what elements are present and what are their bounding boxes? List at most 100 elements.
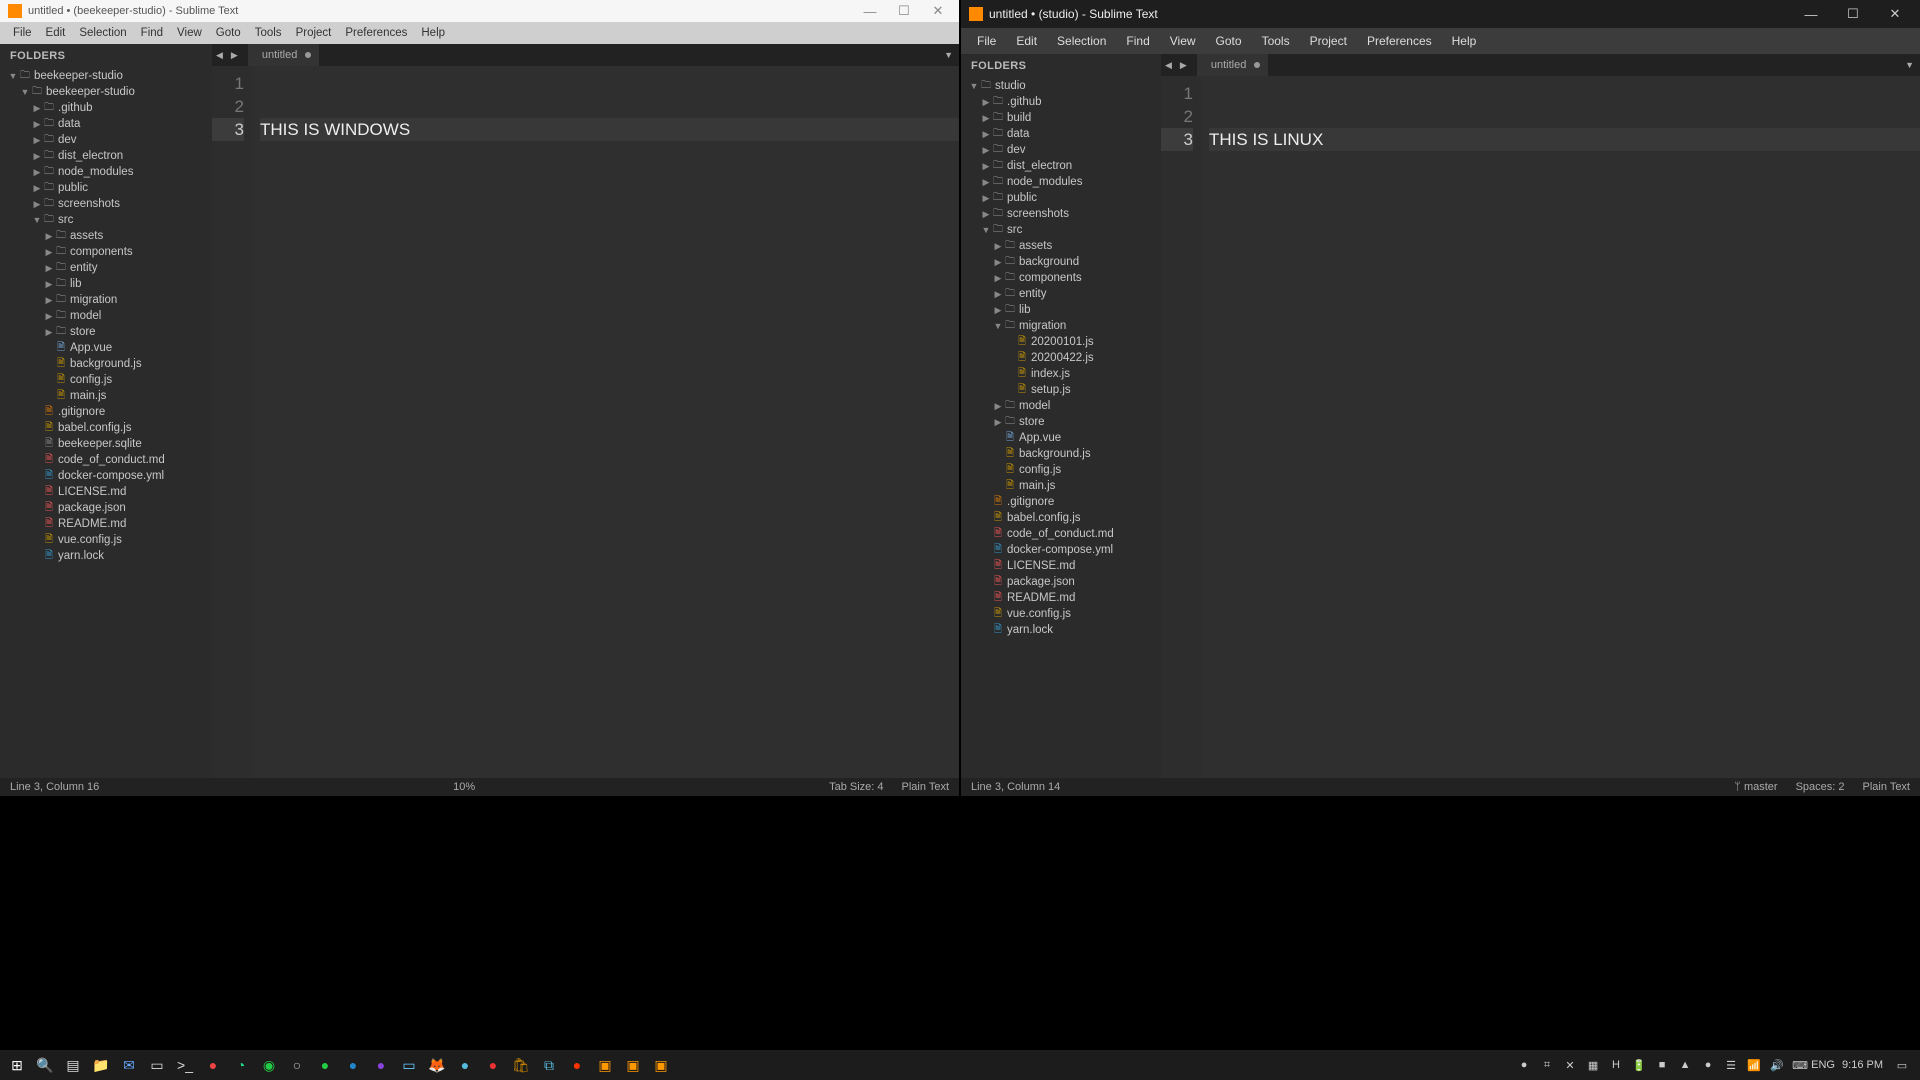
- code-area[interactable]: THIS IS WINDOWS: [252, 66, 959, 778]
- tray-icon[interactable]: ■: [1654, 1057, 1670, 1073]
- folder-item[interactable]: ▶🗀public: [961, 190, 1161, 206]
- tray-icon[interactable]: 🔋: [1631, 1057, 1647, 1073]
- file-tree[interactable]: ▼🗀beekeeper-studio▼🗀beekeeper-studio▶🗀.g…: [0, 68, 212, 778]
- file-item[interactable]: 🗎background.js: [961, 446, 1161, 462]
- tray-icon[interactable]: 📶: [1746, 1057, 1762, 1073]
- file-item[interactable]: 🗎20200422.js: [961, 350, 1161, 366]
- taskbar-app-icon[interactable]: ▣: [620, 1052, 646, 1078]
- folder-item[interactable]: ▶🗀screenshots: [0, 196, 212, 212]
- menu-help[interactable]: Help: [1442, 34, 1487, 48]
- folder-item[interactable]: ▶🗀store: [961, 414, 1161, 430]
- menu-tools[interactable]: Tools: [1252, 34, 1300, 48]
- file-item[interactable]: 🗎package.json: [0, 500, 212, 516]
- code-line[interactable]: THIS IS WINDOWS: [260, 118, 959, 141]
- taskbar-app-icon[interactable]: ●: [340, 1052, 366, 1078]
- taskbar-app-icon[interactable]: ●: [312, 1052, 338, 1078]
- folder-item[interactable]: ▶🗀entity: [0, 260, 212, 276]
- file-item[interactable]: 🗎setup.js: [961, 382, 1161, 398]
- status-syntax[interactable]: Plain Text: [902, 781, 950, 793]
- tab-next-icon[interactable]: ▶: [1176, 60, 1191, 71]
- folder-item[interactable]: ▼🗀migration: [961, 318, 1161, 334]
- tab-prev-icon[interactable]: ◀: [212, 50, 227, 61]
- tray-icon[interactable]: ▦: [1585, 1057, 1601, 1073]
- code-line[interactable]: [260, 72, 959, 95]
- close-button[interactable]: ✕: [921, 3, 955, 19]
- folder-item[interactable]: ▶🗀components: [961, 270, 1161, 286]
- status-tabsize[interactable]: Tab Size: 4: [829, 781, 883, 793]
- file-item[interactable]: 🗎beekeeper.sqlite: [0, 436, 212, 452]
- code-line[interactable]: [1209, 82, 1920, 105]
- code-area[interactable]: THIS IS LINUX: [1201, 76, 1920, 778]
- taskbar-app-icon[interactable]: ◔: [228, 1052, 254, 1078]
- folder-item[interactable]: ▶🗀components: [0, 244, 212, 260]
- folder-item[interactable]: ▶🗀node_modules: [961, 174, 1161, 190]
- code-line[interactable]: [1209, 105, 1920, 128]
- menu-file[interactable]: File: [6, 27, 39, 39]
- file-item[interactable]: 🗎yarn.lock: [0, 548, 212, 564]
- status-syntax[interactable]: Plain Text: [1863, 781, 1911, 793]
- tray-icon[interactable]: ENG: [1815, 1057, 1831, 1073]
- file-item[interactable]: 🗎background.js: [0, 356, 212, 372]
- minimize-button[interactable]: —: [853, 4, 887, 19]
- tab-menu-icon[interactable]: ▼: [938, 50, 959, 60]
- status-branch[interactable]: master: [1734, 781, 1777, 793]
- taskbar-app-icon[interactable]: ⧉: [536, 1052, 562, 1078]
- menu-find[interactable]: Find: [134, 27, 170, 39]
- folder-item[interactable]: ▶🗀assets: [0, 228, 212, 244]
- folder-item[interactable]: ▼🗀src: [0, 212, 212, 228]
- file-item[interactable]: 🗎docker-compose.yml: [0, 468, 212, 484]
- file-item[interactable]: 🗎README.md: [0, 516, 212, 532]
- file-item[interactable]: 🗎babel.config.js: [961, 510, 1161, 526]
- menu-view[interactable]: View: [1160, 34, 1206, 48]
- menu-tools[interactable]: Tools: [248, 27, 289, 39]
- folder-item[interactable]: ▶🗀dev: [0, 132, 212, 148]
- file-item[interactable]: 🗎App.vue: [961, 430, 1161, 446]
- file-item[interactable]: 🗎config.js: [0, 372, 212, 388]
- folder-item[interactable]: ▶🗀dist_electron: [0, 148, 212, 164]
- file-item[interactable]: 🗎LICENSE.md: [961, 558, 1161, 574]
- menu-view[interactable]: View: [170, 27, 209, 39]
- notifications-icon[interactable]: ▭: [1894, 1057, 1910, 1073]
- file-item[interactable]: 🗎README.md: [961, 590, 1161, 606]
- editor-right[interactable]: 123 THIS IS LINUX: [1161, 76, 1920, 778]
- tray-icon[interactable]: ☰: [1723, 1057, 1739, 1073]
- file-item[interactable]: 🗎main.js: [961, 478, 1161, 494]
- tray-icon[interactable]: ●: [1516, 1057, 1532, 1073]
- file-item[interactable]: 🗎vue.config.js: [961, 606, 1161, 622]
- file-item[interactable]: 🗎.gitignore: [0, 404, 212, 420]
- taskbar-app-icon[interactable]: 🔍: [32, 1052, 58, 1078]
- file-item[interactable]: 🗎babel.config.js: [0, 420, 212, 436]
- folder-item[interactable]: ▶🗀entity: [961, 286, 1161, 302]
- tray-icon[interactable]: ⌗: [1539, 1057, 1555, 1073]
- taskbar-app-icon[interactable]: >_: [172, 1052, 198, 1078]
- folder-item[interactable]: ▼🗀beekeeper-studio: [0, 84, 212, 100]
- tray-icon[interactable]: ●: [1700, 1057, 1716, 1073]
- folder-item[interactable]: ▶🗀data: [961, 126, 1161, 142]
- file-item[interactable]: 🗎code_of_conduct.md: [961, 526, 1161, 542]
- menu-selection[interactable]: Selection: [72, 27, 133, 39]
- clock[interactable]: 9:16 PM: [1838, 1059, 1887, 1071]
- status-pos[interactable]: Line 3, Column 16: [10, 781, 99, 793]
- file-item[interactable]: 🗎yarn.lock: [961, 622, 1161, 638]
- menu-selection[interactable]: Selection: [1047, 34, 1116, 48]
- folder-item[interactable]: ▶🗀migration: [0, 292, 212, 308]
- editor-left[interactable]: 123 THIS IS WINDOWS: [212, 66, 959, 778]
- taskbar-app-icon[interactable]: ▣: [648, 1052, 674, 1078]
- file-item[interactable]: 🗎docker-compose.yml: [961, 542, 1161, 558]
- menu-edit[interactable]: Edit: [1006, 34, 1047, 48]
- taskbar-app-icon[interactable]: ●: [564, 1052, 590, 1078]
- code-line[interactable]: [260, 95, 959, 118]
- menu-find[interactable]: Find: [1116, 34, 1159, 48]
- file-item[interactable]: 🗎vue.config.js: [0, 532, 212, 548]
- folder-item[interactable]: ▶🗀store: [0, 324, 212, 340]
- tray-icon[interactable]: ⌨: [1792, 1057, 1808, 1073]
- menu-file[interactable]: File: [967, 34, 1006, 48]
- menu-project[interactable]: Project: [1300, 34, 1357, 48]
- folder-item[interactable]: ▶🗀model: [0, 308, 212, 324]
- folder-item[interactable]: ▶🗀dist_electron: [961, 158, 1161, 174]
- tray-icon[interactable]: 🔊: [1769, 1057, 1785, 1073]
- menu-preferences[interactable]: Preferences: [338, 27, 414, 39]
- taskbar-app-icon[interactable]: 📁: [88, 1052, 114, 1078]
- taskbar-app-icon[interactable]: ✉: [116, 1052, 142, 1078]
- taskbar-app-icon[interactable]: ●: [200, 1052, 226, 1078]
